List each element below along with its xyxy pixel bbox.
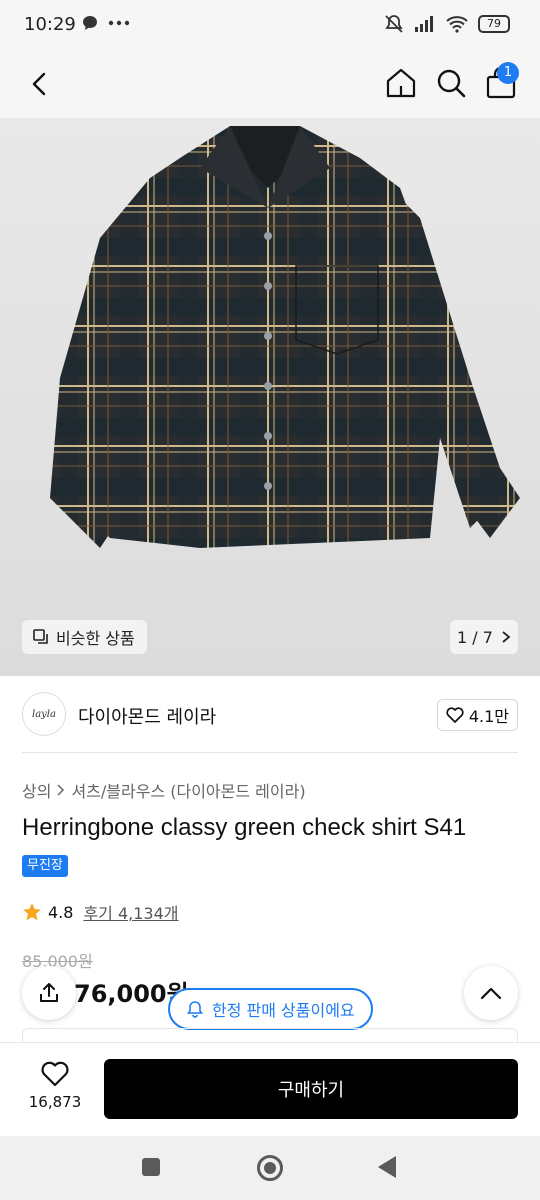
share-icon [40, 983, 58, 1002]
brand-like-button[interactable]: 4.1만 [436, 699, 518, 731]
limited-sale-notice[interactable]: 한정 판매 상품이에요 [168, 988, 373, 1030]
system-navigation-bar [0, 1136, 540, 1200]
share-button[interactable] [22, 966, 76, 1020]
page-indicator-text: 1 / 7 [457, 627, 493, 647]
breadcrumb: 상의 셔츠/블라우스 (다이아몬드 레이라) [22, 778, 306, 802]
product-tag-badge: 무진장 [22, 855, 68, 877]
breadcrumb-subcategory[interactable]: 셔츠/블라우스 (다이아몬드 레이라) [71, 778, 305, 802]
divider [22, 752, 518, 753]
chevron-right-icon [57, 784, 65, 796]
back-triangle-icon[interactable] [378, 1156, 396, 1178]
brand-row[interactable]: layla 다이아몬드 레이라 4.1만 [22, 692, 518, 738]
scroll-to-top-button[interactable] [464, 966, 518, 1020]
product-image-gallery[interactable]: 비슷한 상품 1 / 7 [0, 118, 540, 676]
wishlist-button[interactable]: 16,873 [22, 1061, 88, 1121]
cart-count-badge: 1 [497, 62, 519, 84]
brand-like-count: 4.1만 [468, 707, 509, 726]
status-bar: 10:29 79 [0, 0, 540, 52]
more-dots-icon [108, 20, 130, 26]
chevron-up-icon [480, 987, 502, 1000]
home-icon[interactable] [382, 64, 420, 102]
battery-indicator: 79 [478, 15, 510, 33]
brand-name[interactable]: 다이아몬드 레이라 [78, 703, 216, 729]
limited-sale-label: 한정 판매 상품이에요 [212, 1001, 355, 1020]
back-arrow-icon[interactable] [22, 66, 58, 102]
recent-apps-icon[interactable] [142, 1158, 160, 1176]
similar-products-button[interactable]: 비슷한 상품 [22, 620, 147, 654]
brand-logo[interactable]: layla [22, 692, 66, 736]
copy-icon [33, 629, 48, 644]
heart-icon [446, 707, 464, 723]
chevron-right-icon [502, 631, 511, 643]
product-rating[interactable]: 4.8 후기 4,134개 [22, 900, 179, 924]
wifi-icon [446, 16, 468, 33]
star-icon [23, 903, 41, 921]
mute-icon [385, 15, 403, 33]
product-image [50, 126, 520, 548]
rating-score: 4.8 [48, 902, 74, 922]
bell-icon [186, 1001, 204, 1018]
status-time: 10:29 [24, 14, 76, 35]
chat-bubble-icon [83, 16, 97, 30]
signal-icon [415, 16, 433, 32]
heart-icon [41, 1061, 69, 1087]
review-count-link[interactable]: 후기 4,134개 [83, 900, 178, 924]
wishlist-count: 16,873 [28, 1093, 82, 1111]
home-circle-icon[interactable] [257, 1155, 283, 1181]
breadcrumb-category[interactable]: 상의 [22, 778, 51, 802]
similar-products-label: 비슷한 상품 [56, 629, 135, 648]
product-title: Herringbone classy green check shirt S41 [22, 814, 467, 841]
buy-button[interactable]: 구매하기 [104, 1059, 518, 1119]
image-page-indicator[interactable]: 1 / 7 [450, 620, 518, 654]
search-icon[interactable] [432, 64, 470, 102]
bottom-action-bar: 16,873 구매하기 [0, 1042, 540, 1136]
top-nav [0, 52, 540, 118]
